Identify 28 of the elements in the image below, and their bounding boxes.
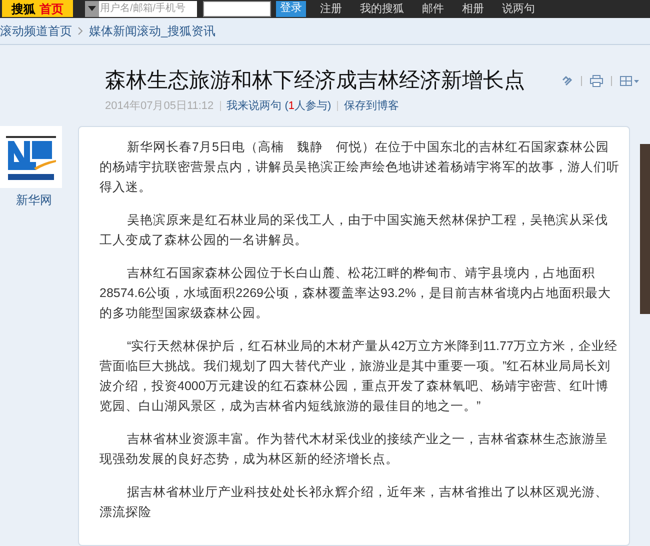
top-nav-link[interactable]: 注册 <box>320 0 342 18</box>
print-icon[interactable] <box>590 74 603 86</box>
chevron-icon <box>78 26 83 35</box>
breadcrumb-link[interactable]: 媒体新闻滚动_搜狐资讯 <box>89 22 216 40</box>
article-paragraph: “实行天然林保护后，红石林业局的木材产量从42万立方米降到11.77万立方米，企业经营面临巨大挑战。我们规划了四大替代产业，旅游业是其中重要一项。”红石林业局局长刘波介绍，投资4000万元建设的红石森林公园，重点开发了森林氧吧、杨靖宇密营、红叶博览园、白山湖风景区，成为吉林省内短线旅游的最佳目的地之一。” <box>100 338 618 415</box>
top-nav-link[interactable]: 我的搜狐 <box>360 0 404 18</box>
home-text: 首页 <box>40 0 64 18</box>
username-field[interactable]: 用户名/邮箱/手机号 <box>99 0 197 17</box>
article-paragraph: 吉林省林业资源丰富。作为替代木材采伐业的接续产业之一，吉林省森林生态旅游呈现强劲发展的良好态势，成为林区新的经济增长点。 <box>100 431 609 468</box>
article-paragraph: 吉林红石国家森林公园位于长白山麓、松花江畔的桦甸市、靖宇县境内，占地面积28574.6公顷，水域面积2269公顷，森林覆盖率达93.2%，是目前吉林省境内占地面积最大的多功能型国家级森林公园。 <box>100 265 612 322</box>
save-to-blog-link[interactable]: 保存到博客 <box>344 98 400 114</box>
source-name[interactable]: 新华网 <box>16 191 52 209</box>
brand-text: 搜狐 <box>12 0 36 18</box>
caret-icon <box>88 6 96 12</box>
article-paragraph: 新华网长春7月5日电（高楠 魏静 何悦）在位于中国东北的吉林红石国家森林公园的杨靖宇抗联密营景点内，讲解员吴艳滨正绘声绘色地讲述着杨靖宇将军的故事，游人们听得入迷。 <box>100 139 620 196</box>
article-title: 森林生态旅游和林下经济成吉林经济新增长点 <box>105 68 525 94</box>
top-nav-link[interactable]: 相册 <box>462 0 484 18</box>
publish-date: 2014年07月05日11:12 <box>105 98 214 114</box>
article-paragraph: 吴艳滨原来是红石林业局的采伐工人，由于中国实施天然林保护工程，吴艳滨从采伐工人变成了森林公园的一名讲解员。 <box>100 212 609 249</box>
top-nav-link[interactable]: 说两句 <box>502 0 535 18</box>
breadcrumb-link[interactable]: 滚动频道首页 <box>0 22 72 40</box>
share-icon[interactable] <box>620 74 640 86</box>
account-dropdown[interactable] <box>85 0 99 17</box>
home-logo[interactable]: 搜狐 首页 <box>2 0 73 18</box>
article-paragraph: 据吉林省林业厅产业科技处处长祁永辉介绍，近年来，吉林省推出了以林区观光游、漂流探险 <box>100 484 609 521</box>
comment-link[interactable]: 我来说两句 (1人参与) <box>226 98 332 114</box>
password-field[interactable] <box>203 0 271 17</box>
top-nav-link[interactable]: 邮件 <box>422 0 444 18</box>
